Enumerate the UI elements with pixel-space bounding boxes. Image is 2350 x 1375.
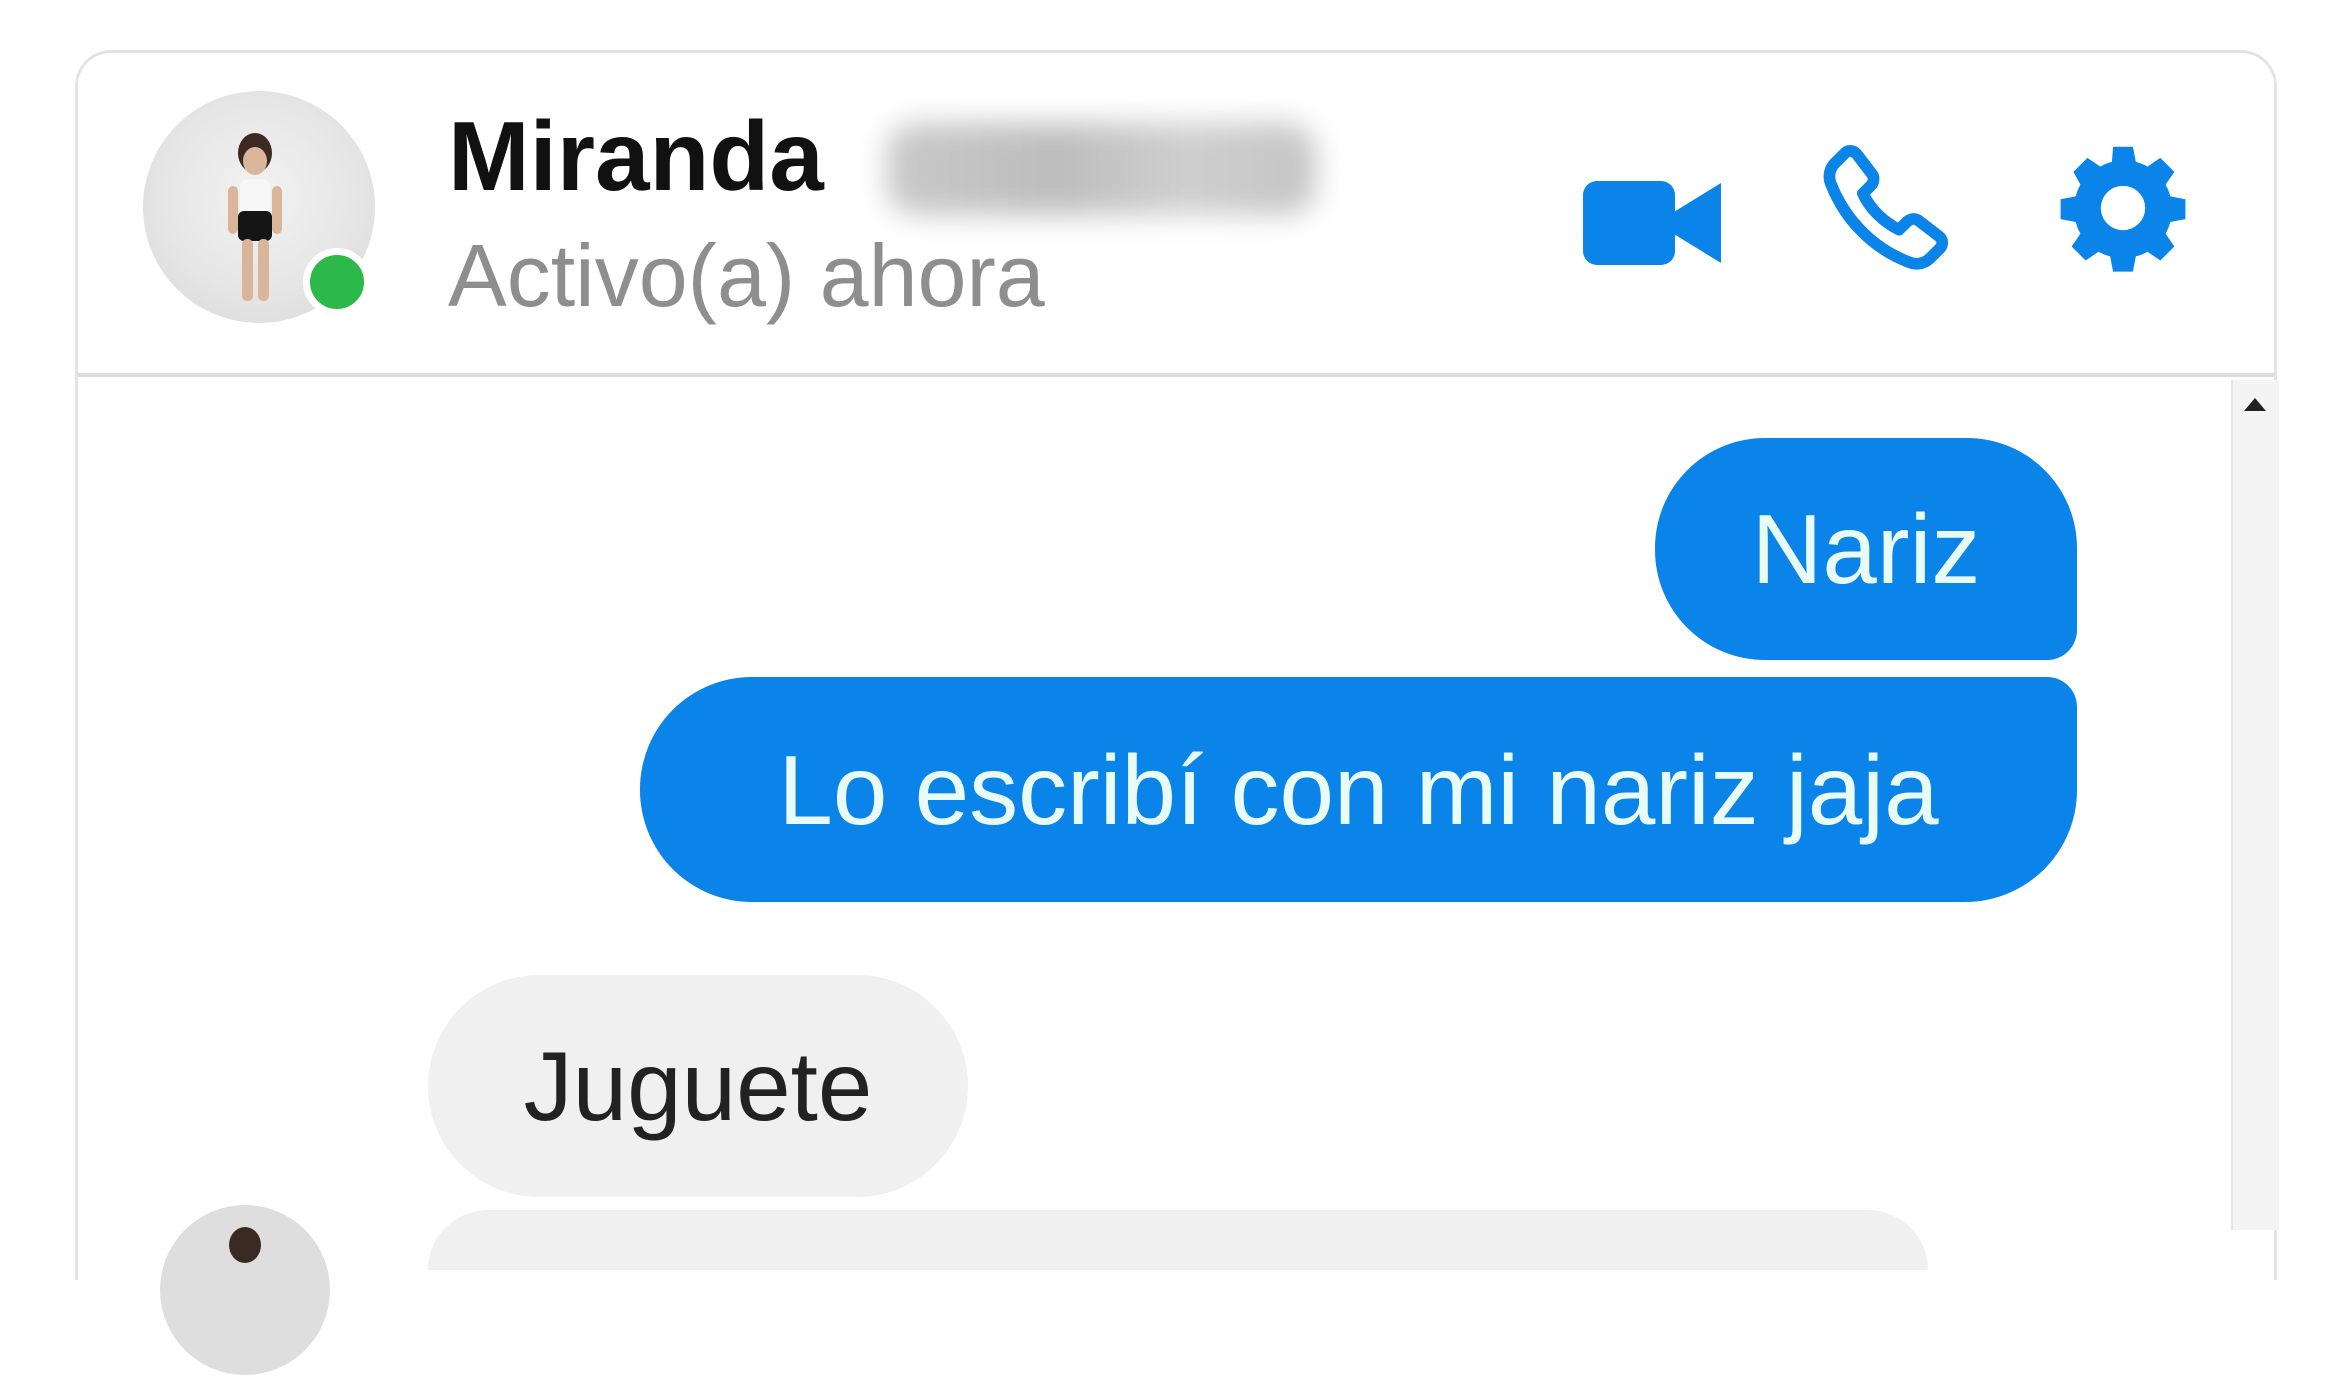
redacted-surname xyxy=(886,123,1316,215)
voice-call-button[interactable] xyxy=(1818,141,1958,286)
thread-scrollbar[interactable] xyxy=(2231,380,2279,1230)
video-call-button[interactable] xyxy=(1583,173,1723,278)
online-status-dot xyxy=(303,248,371,316)
message-bubble-outgoing[interactable]: Lo escribí con mi nariz jaja xyxy=(640,677,2077,902)
contact-name: Miranda xyxy=(448,98,824,216)
chat-window: Miranda Activo(a) ahora xyxy=(75,50,2277,1280)
gear-icon xyxy=(2053,138,2193,278)
active-status: Activo(a) ahora xyxy=(448,223,1045,329)
phone-icon xyxy=(1818,141,1958,281)
message-bubble-incoming[interactable]: Juguete xyxy=(428,975,968,1197)
message-bubble-outgoing[interactable]: Nariz xyxy=(1655,438,2077,660)
message-bubble-incoming-partial[interactable] xyxy=(428,1210,1928,1270)
scroll-up-arrow[interactable] xyxy=(2244,398,2266,411)
avatar-photo xyxy=(160,1205,330,1375)
contact-avatar-small xyxy=(160,1205,330,1375)
chat-header: Miranda Activo(a) ahora xyxy=(78,53,2274,377)
settings-button[interactable] xyxy=(2053,138,2193,283)
video-camera-icon xyxy=(1583,173,1723,273)
